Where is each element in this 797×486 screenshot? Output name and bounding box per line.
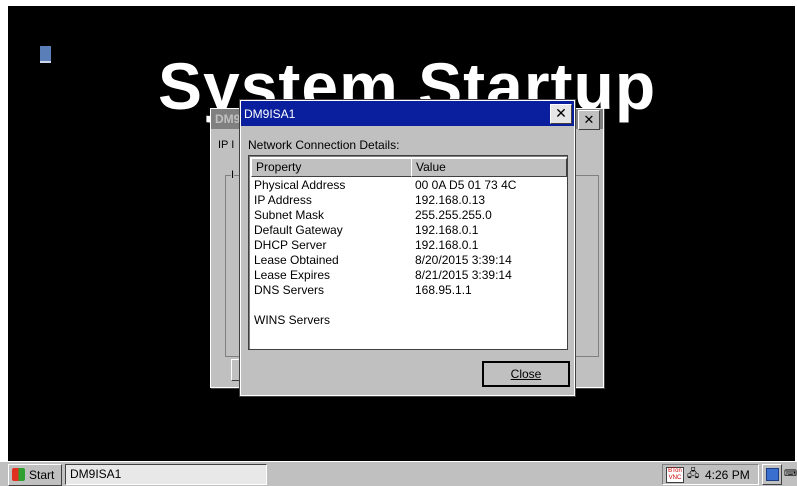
system-tray: BTon VNC 🖧 4:26 PM	[662, 464, 759, 485]
background-window-title: DM9	[215, 112, 241, 126]
value-cell: 192.168.0.13	[415, 193, 486, 207]
property-cell: Subnet Mask	[254, 208, 325, 222]
close-button[interactable]: Close	[482, 361, 570, 387]
property-cell: DNS Servers	[254, 283, 325, 297]
value-cell: 255.255.255.0	[415, 208, 492, 222]
dialog-close-icon[interactable]: ✕	[550, 104, 572, 124]
dialog-caption: Network Connection Details:	[248, 138, 400, 152]
background-window-tab[interactable]: IP I	[218, 139, 234, 151]
property-cell: Physical Address	[254, 178, 346, 192]
property-cell: Lease Obtained	[254, 253, 339, 267]
list-item[interactable]: Lease Obtained 8/20/2015 3:39:14	[249, 253, 567, 268]
desktop-icon	[766, 468, 779, 481]
list-item[interactable]: Lease Expires 8/21/2015 3:39:14	[249, 268, 567, 283]
network-icon[interactable]: 🖧	[687, 468, 701, 480]
value-cell: 192.168.0.1	[415, 223, 479, 237]
property-cell: Lease Expires	[254, 268, 331, 282]
column-header-value[interactable]: Value	[411, 158, 567, 177]
details-list[interactable]: Property Value Physical Address 00 0A D5 …	[248, 155, 568, 350]
value-cell: 8/20/2015 3:39:14	[415, 253, 512, 267]
property-cell: Default Gateway	[254, 223, 343, 237]
taskbar: Start DM9ISA1 BTon VNC 🖧 4:26 PM ⌨	[0, 461, 797, 486]
value-cell: 8/21/2015 3:39:14	[415, 268, 512, 282]
taskbar-item-dm9isa1[interactable]: DM9ISA1	[65, 464, 267, 485]
list-item[interactable]	[249, 298, 567, 313]
dialog-title: DM9ISA1	[244, 107, 296, 121]
close-button-label: Close	[510, 367, 542, 381]
list-item[interactable]: IP Address 192.168.0.13	[249, 193, 567, 208]
property-cell: IP Address	[254, 193, 312, 207]
start-button[interactable]: Start	[8, 464, 62, 486]
list-item[interactable]: Physical Address 00 0A D5 01 73 4C	[249, 178, 567, 193]
property-cell: DHCP Server	[254, 238, 327, 252]
property-cell: WINS Servers	[254, 313, 331, 327]
list-item[interactable]: Default Gateway 192.168.0.1	[249, 223, 567, 238]
desktop-file-icon[interactable]	[40, 46, 51, 63]
keyboard-icon[interactable]: ⌨	[784, 464, 797, 483]
background-window-group-label: I	[231, 169, 235, 181]
screen-border-left	[0, 0, 8, 485]
value-cell: 168.95.1.1	[415, 283, 472, 297]
windows-flag-icon	[12, 468, 25, 481]
value-cell: 192.168.0.1	[415, 238, 479, 252]
dialog-titlebar[interactable]: DM9ISA1 ✕	[241, 101, 574, 126]
clock[interactable]: 4:26 PM	[705, 467, 750, 483]
column-header-property[interactable]: Property	[251, 158, 413, 177]
show-desktop-button[interactable]	[762, 464, 782, 485]
list-item[interactable]: DNS Servers 168.95.1.1	[249, 283, 567, 298]
network-details-dialog[interactable]: DM9ISA1 ✕ Network Connection Details: Pr…	[239, 99, 576, 397]
list-item[interactable]: Subnet Mask 255.255.255.0	[249, 208, 567, 223]
start-label: Start	[29, 468, 55, 482]
list-item[interactable]: DHCP Server 192.168.0.1	[249, 238, 567, 253]
background-window-close-icon[interactable]: ✕	[578, 110, 600, 130]
vnc-icon[interactable]: BTon VNC	[666, 467, 684, 483]
value-cell: 00 0A D5 01 73 4C	[415, 178, 517, 192]
list-item[interactable]: WINS Servers	[249, 313, 567, 328]
screen-border-top	[0, 0, 797, 6]
